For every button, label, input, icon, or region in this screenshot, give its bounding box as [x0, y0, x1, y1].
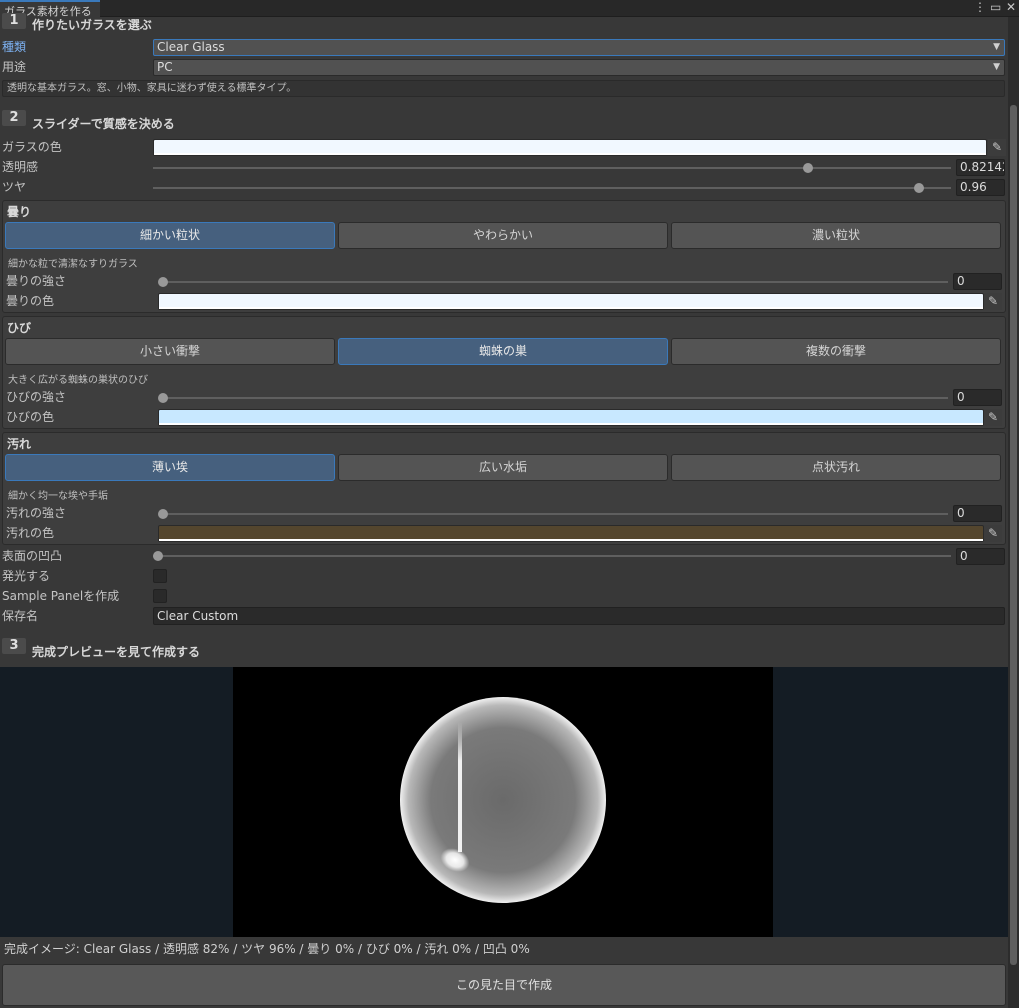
dirt-strength-slider[interactable]: [160, 513, 948, 515]
section-1-number: 1: [2, 13, 26, 29]
crack-panel: ひび 小さい衝撃 蜘蛛の巣 複数の衝撃 大きく広がる蜘蛛の巣状のひび ひびの強さ…: [2, 316, 1006, 429]
usage-dropdown-value: PC: [157, 60, 173, 74]
eyedropper-icon[interactable]: ✎: [984, 525, 1002, 542]
transparency-input[interactable]: 0.82142: [956, 159, 1005, 176]
type-label: 種類: [2, 40, 27, 54]
chevron-down-icon: ▼: [993, 42, 1000, 52]
sample-panel-label: Sample Panelを作成: [2, 589, 120, 603]
save-name-label: 保存名: [2, 609, 39, 623]
dirt-strength-slider-thumb[interactable]: [158, 509, 168, 519]
crack-option-web[interactable]: 蜘蛛の巣: [338, 338, 668, 365]
crack-option-multiple[interactable]: 複数の衝撃: [671, 338, 1001, 365]
fog-color-label: 曇りの色: [6, 294, 55, 308]
glass-color-label: ガラスの色: [2, 140, 62, 154]
crack-strength-slider[interactable]: [160, 397, 948, 399]
fog-panel: 曇り 細かい粒状 やわらかい 濃い粒状 細かな粒で清潔なすりガラス 曇りの強さ …: [2, 200, 1006, 313]
dirt-option-dust[interactable]: 薄い埃: [5, 454, 335, 481]
fog-option-dense[interactable]: 濃い粒状: [671, 222, 1001, 249]
eyedropper-icon[interactable]: ✎: [984, 409, 1002, 426]
glass-preview-image: [233, 667, 773, 937]
section-3-number: 3: [2, 638, 26, 654]
fog-strength-slider[interactable]: [160, 281, 948, 283]
usage-label: 用途: [2, 60, 27, 74]
glass-color-field[interactable]: [153, 139, 987, 156]
type-description: 透明な基本ガラス。窓、小物、家具に迷わず使える標準タイプ。: [2, 80, 1005, 97]
transparency-label: 透明感: [2, 160, 39, 174]
fog-option-fine[interactable]: 細かい粒状: [5, 222, 335, 249]
create-button[interactable]: この見た目で作成: [2, 964, 1006, 1006]
eyedropper-icon[interactable]: ✎: [988, 139, 1006, 156]
type-dropdown[interactable]: Clear Glass ▼: [153, 39, 1005, 56]
usage-dropdown[interactable]: PC ▼: [153, 59, 1005, 76]
section-1-title: 作りたいガラスを選ぶ: [32, 18, 152, 32]
title-bar: ガラス素材を作る ⋮ ▭ ✕: [0, 0, 1019, 18]
crack-title: ひび: [7, 321, 32, 335]
chevron-down-icon: ▼: [993, 62, 1000, 72]
section-2-title: スライダーで質感を決める: [32, 117, 175, 131]
preview-status-text: 完成イメージ: Clear Glass / 透明感 82% / ツヤ 96% /…: [4, 942, 530, 956]
transparency-slider[interactable]: [153, 167, 951, 169]
scrollbar-thumb[interactable]: [1010, 105, 1017, 965]
crack-strength-slider-thumb[interactable]: [158, 393, 168, 403]
fog-title: 曇り: [7, 205, 32, 219]
dirt-option-spots[interactable]: 点状汚れ: [671, 454, 1001, 481]
dirt-color-field[interactable]: [158, 525, 984, 542]
type-dropdown-value: Clear Glass: [157, 40, 225, 54]
fog-color-field[interactable]: [158, 293, 984, 310]
emissive-label: 発光する: [2, 569, 51, 583]
bump-label: 表面の凹凸: [2, 549, 63, 563]
dirt-panel: 汚れ 薄い埃 広い水垢 点状汚れ 細かく均一な埃や手垢 汚れの強さ 0 汚れの色…: [2, 432, 1006, 545]
close-icon[interactable]: ✕: [1006, 0, 1016, 14]
dirt-title: 汚れ: [7, 437, 32, 451]
kebab-icon[interactable]: ⋮: [974, 0, 986, 14]
crack-color-field[interactable]: [158, 409, 984, 426]
dirt-option-watermark[interactable]: 広い水垢: [338, 454, 668, 481]
emissive-checkbox[interactable]: [153, 569, 167, 583]
dirt-color-label: 汚れの色: [6, 526, 55, 540]
dirt-strength-input[interactable]: 0: [953, 505, 1002, 522]
maximize-icon[interactable]: ▭: [990, 0, 1001, 14]
bump-slider-thumb[interactable]: [153, 551, 163, 561]
dirt-strength-label: 汚れの強さ: [6, 506, 67, 520]
gloss-slider[interactable]: [153, 187, 951, 189]
gloss-slider-thumb[interactable]: [914, 183, 925, 193]
vertical-scrollbar[interactable]: [1008, 17, 1019, 1008]
bump-input[interactable]: 0: [956, 548, 1005, 565]
transparency-slider-thumb[interactable]: [803, 163, 814, 173]
fog-option-soft[interactable]: やわらかい: [338, 222, 668, 249]
dirt-note: 細かく均一な埃や手垢: [8, 491, 108, 502]
fog-note: 細かな粒で清潔なすりガラス: [8, 259, 138, 270]
crack-strength-input[interactable]: 0: [953, 389, 1002, 406]
crack-color-label: ひびの色: [6, 410, 55, 424]
crack-strength-label: ひびの強さ: [6, 390, 67, 404]
crack-note: 大きく広がる蜘蛛の巣状のひび: [8, 375, 148, 386]
sample-panel-checkbox[interactable]: [153, 589, 167, 603]
eyedropper-icon[interactable]: ✎: [984, 293, 1002, 310]
gloss-input[interactable]: 0.96: [956, 179, 1005, 196]
crack-option-small[interactable]: 小さい衝撃: [5, 338, 335, 365]
save-name-input[interactable]: Clear Custom: [153, 607, 1005, 625]
bump-slider[interactable]: [153, 555, 951, 557]
fog-strength-slider-thumb[interactable]: [158, 277, 168, 287]
gloss-label: ツヤ: [2, 180, 27, 194]
fog-strength-label: 曇りの強さ: [6, 274, 67, 288]
glass-sphere-preview: [400, 697, 606, 903]
fog-strength-input[interactable]: 0: [953, 273, 1002, 290]
section-3-title: 完成プレビューを見て作成する: [32, 645, 201, 659]
section-2-number: 2: [2, 110, 26, 126]
